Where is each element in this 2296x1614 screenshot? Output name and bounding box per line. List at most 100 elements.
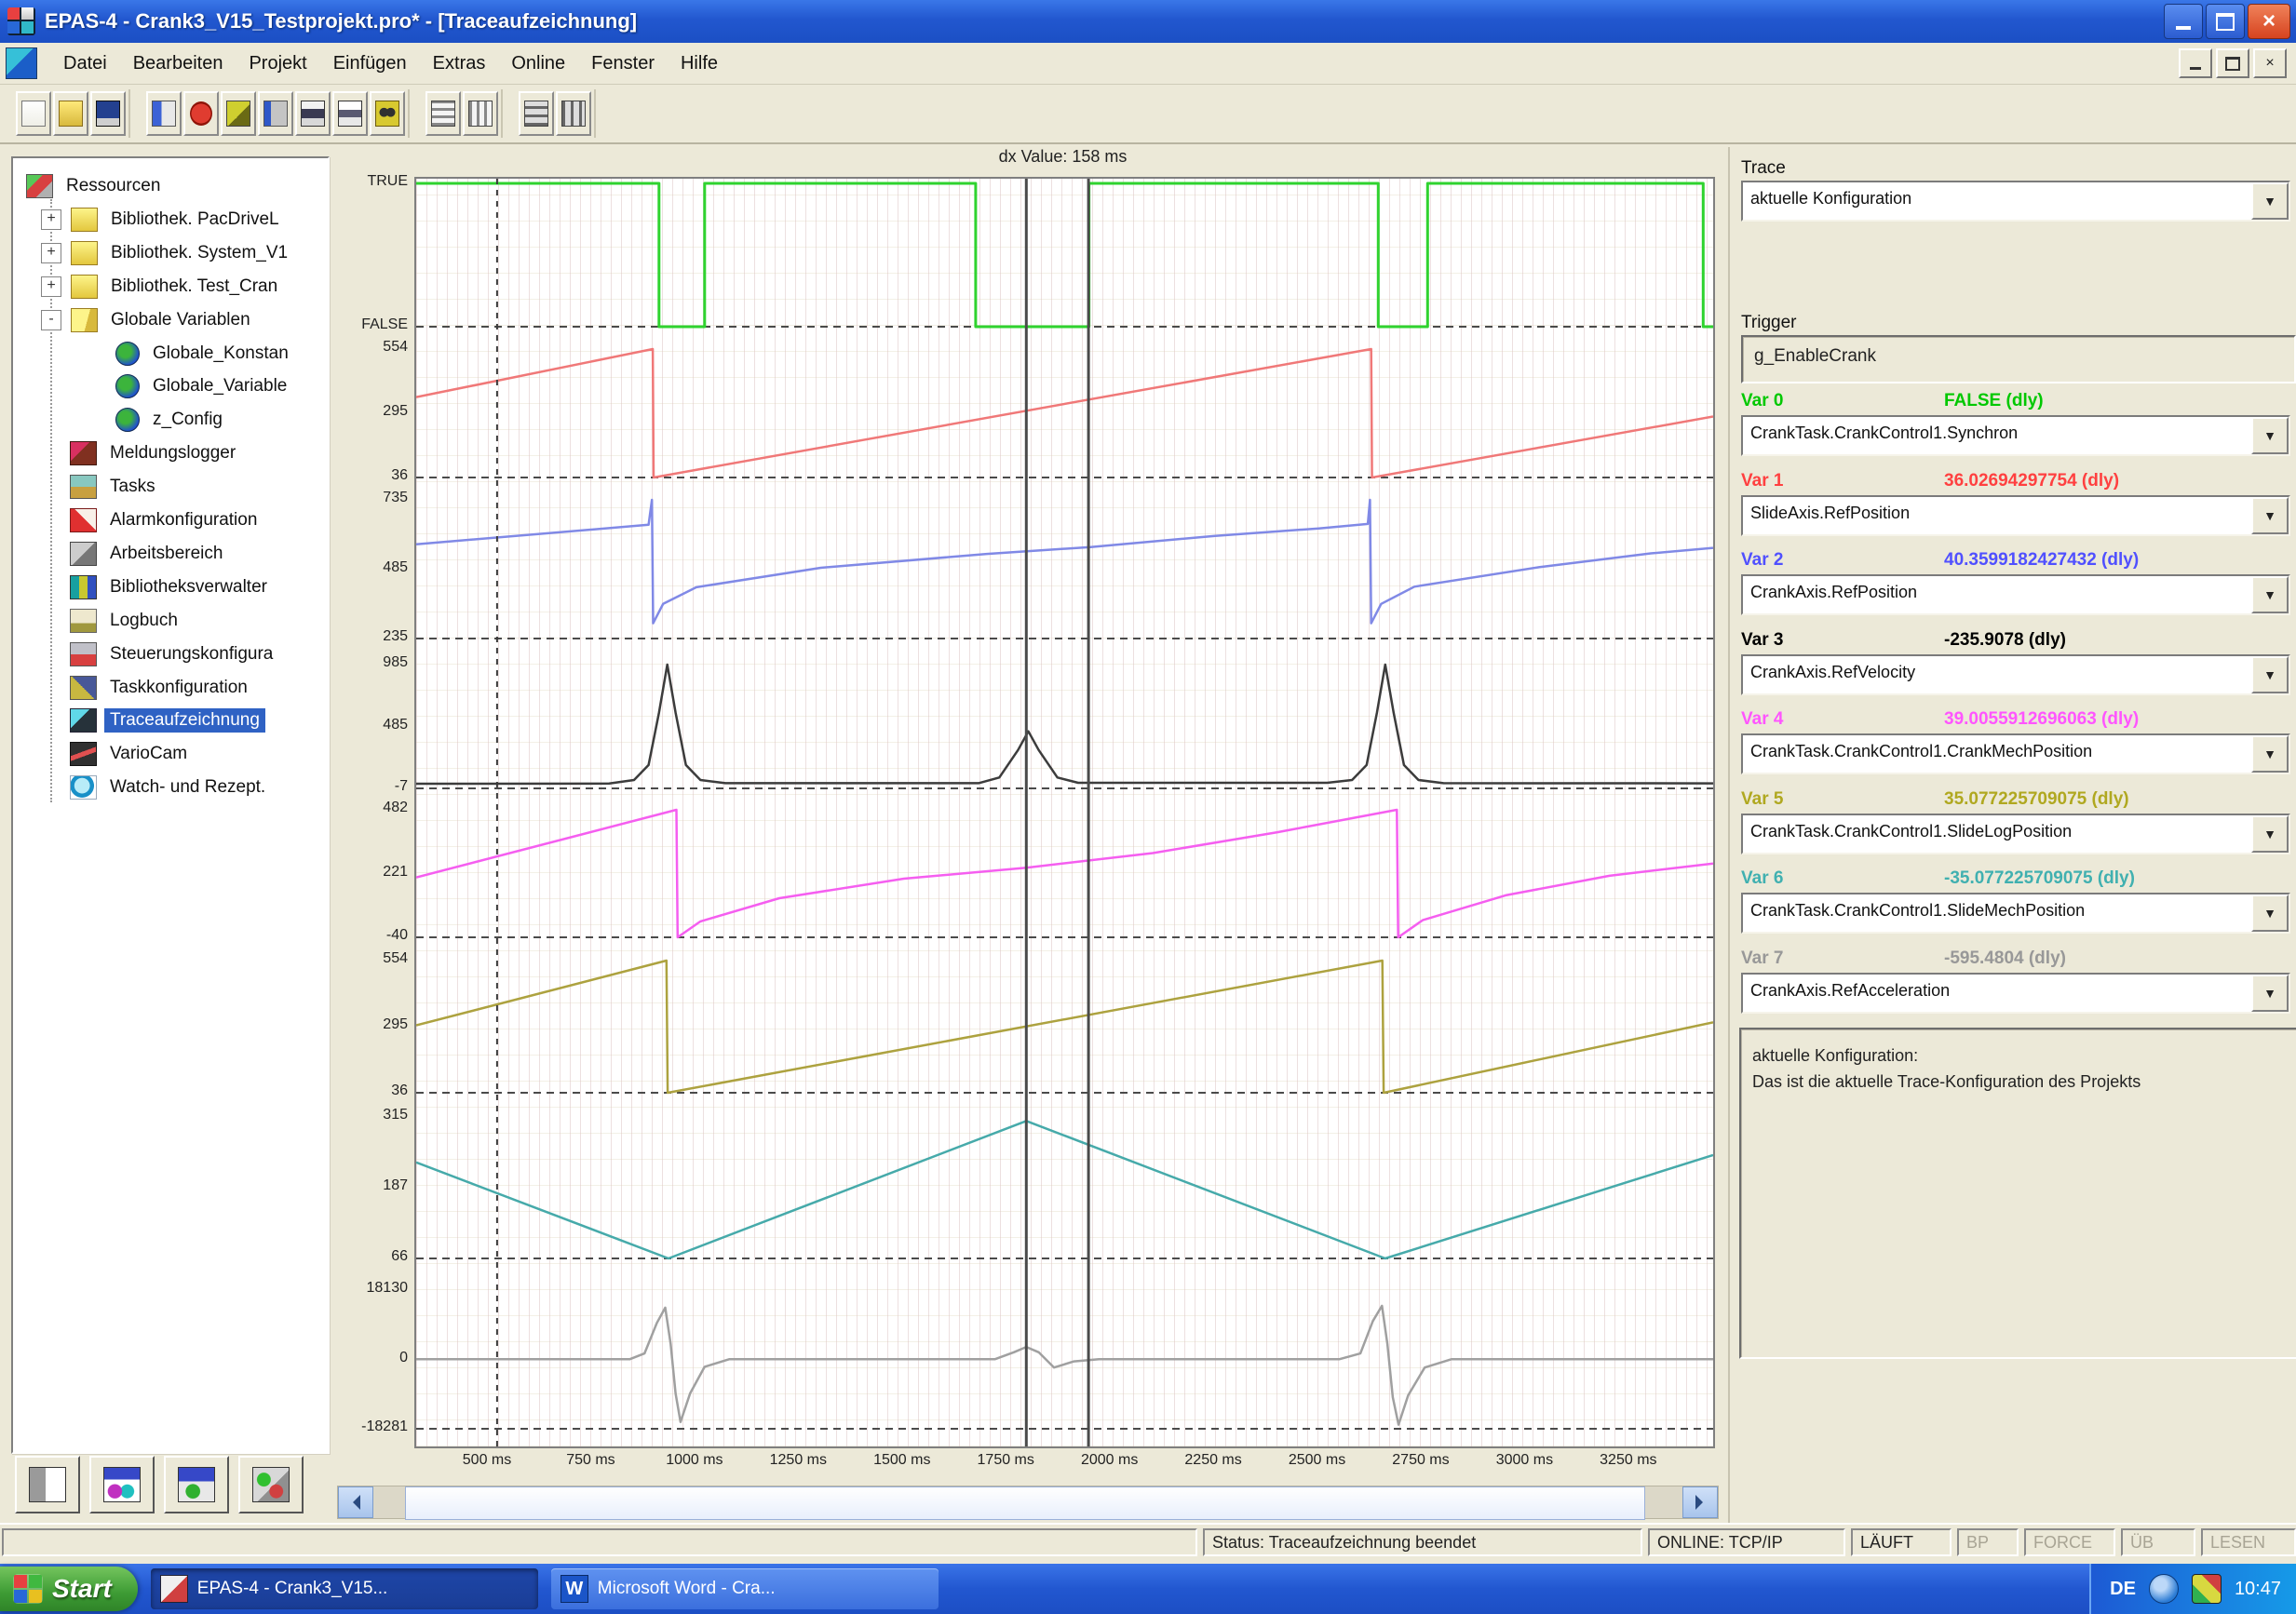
var-signal-combobox-5[interactable]: CrankTask.CrankControl1.SlideLogPosition…: [1741, 814, 2290, 854]
mdi-minimize-button[interactable]: [2179, 48, 2212, 78]
var-signal-combobox-1[interactable]: SlideAxis.RefPosition▼: [1741, 495, 2290, 536]
chevron-down-icon[interactable]: ▼: [2251, 417, 2289, 454]
sidebar-item-arbeitsbereich[interactable]: Arbeitsbereich: [41, 539, 228, 569]
scroll-right-button[interactable]: [1682, 1486, 1718, 1518]
sidebar-item-z-config[interactable]: z_Config: [115, 405, 228, 435]
chevron-down-icon[interactable]: ▼: [2251, 656, 2289, 693]
logbook-icon: [70, 609, 97, 633]
restore-button[interactable]: [2206, 4, 2245, 39]
trace-config-combobox[interactable]: aktuelle Konfiguration ▼: [1741, 181, 2290, 222]
pou-tab[interactable]: [15, 1456, 80, 1513]
chevron-down-icon[interactable]: ▼: [2251, 815, 2289, 853]
sidebar-item-bibliothek-pacdrivel[interactable]: +Bibliothek. PacDriveL: [41, 205, 285, 235]
scrollbar-track[interactable]: [373, 1486, 1682, 1518]
chevron-down-icon[interactable]: ▼: [2251, 894, 2289, 932]
sidebar-item-watch-und-rezept[interactable]: Watch- und Rezept.: [41, 773, 271, 802]
horizontal-scrollbar[interactable]: [337, 1486, 1719, 1519]
watch-window-button[interactable]: [425, 91, 461, 136]
tree-expander-icon[interactable]: +: [41, 243, 61, 263]
x-tick-label: 750 ms: [539, 1452, 642, 1469]
epas-icon: [160, 1575, 188, 1603]
sidebar-item-bibliothek-system-v1[interactable]: +Bibliothek. System_V1: [41, 238, 293, 268]
resources-tab[interactable]: [238, 1456, 304, 1513]
sidebar-item-steuerungskonfigura[interactable]: Steuerungskonfigura: [41, 639, 278, 669]
menu-item-extras[interactable]: Extras: [420, 47, 499, 80]
open-project-button[interactable]: [53, 91, 88, 136]
menu-item-bearbeiten[interactable]: Bearbeiten: [120, 47, 236, 80]
menu-item-hilfe[interactable]: Hilfe: [668, 47, 731, 80]
mdi-restore-button[interactable]: [2216, 48, 2249, 78]
scrollbar-thumb[interactable]: [405, 1486, 1645, 1520]
close-button[interactable]: ×: [2248, 4, 2290, 39]
sidebar-item-meldungslogger[interactable]: Meldungslogger: [41, 438, 241, 468]
alarm-icon: [70, 508, 97, 532]
new-project-button[interactable]: [16, 91, 51, 136]
globe-icon: [115, 408, 140, 432]
language-indicator[interactable]: DE: [2110, 1579, 2136, 1600]
status-segment-lesen: LESEN: [2201, 1528, 2296, 1556]
sidebar-item-variocam[interactable]: VarioCam: [41, 739, 193, 769]
chevron-down-icon[interactable]: ▼: [2251, 182, 2289, 220]
sidebar-item-globale-variablen[interactable]: - Globale Variablen: [41, 305, 256, 335]
var-signal-combobox-7[interactable]: CrankAxis.RefAcceleration▼: [1741, 973, 2290, 1014]
menu-item-einf-gen[interactable]: Einfügen: [320, 47, 420, 80]
sidebar-item-logbuch[interactable]: Logbuch: [41, 606, 183, 636]
chevron-down-icon[interactable]: ▼: [2251, 497, 2289, 534]
grid-config-button[interactable]: [519, 91, 554, 136]
folder-icon: [71, 275, 98, 299]
tree-expander-icon[interactable]: +: [41, 276, 61, 297]
minimize-button[interactable]: [2164, 4, 2203, 39]
scroll-left-button[interactable]: [338, 1486, 373, 1518]
x-tick-label: 1750 ms: [954, 1452, 1057, 1469]
global-search-button[interactable]: [370, 91, 405, 136]
var-value-0: FALSE (dly): [1944, 391, 2044, 411]
controllerconfig-icon: [70, 642, 97, 666]
var-signal-combobox-3[interactable]: CrankAxis.RefVelocity▼: [1741, 654, 2290, 695]
var-signal-combobox-4[interactable]: CrankTask.CrankControl1.CrankMechPositio…: [1741, 733, 2290, 774]
login-button[interactable]: [146, 91, 182, 136]
status-segment-online-tcp-ip: ONLINE: TCP/IP: [1648, 1528, 1845, 1556]
toolbar-group: [516, 89, 596, 138]
sidebar-item-taskkonfiguration[interactable]: Taskkonfiguration: [41, 673, 253, 703]
trigger-field[interactable]: g_EnableCrank: [1741, 335, 2296, 383]
tree-expander-icon[interactable]: +: [41, 209, 61, 230]
chevron-down-icon[interactable]: ▼: [2251, 735, 2289, 773]
print-button[interactable]: [295, 91, 331, 136]
trace-window-button[interactable]: [463, 91, 498, 136]
sidebar-item-ressourcen[interactable]: Ressourcen: [26, 171, 166, 201]
sidebar-item-bibliotheksverwalter[interactable]: Bibliotheksverwalter: [41, 572, 273, 602]
var-signal-combobox-0[interactable]: CrankTask.CrankControl1.Synchron▼: [1741, 415, 2290, 456]
menu-item-fenster[interactable]: Fenster: [578, 47, 668, 80]
sidebar-item-globale-variable[interactable]: Globale_Variable: [115, 371, 292, 401]
visualizations-tab[interactable]: [164, 1456, 229, 1513]
sidebar-item-globale-konstan[interactable]: Globale_Konstan: [115, 339, 294, 369]
compile-button[interactable]: [258, 91, 293, 136]
menu-item-projekt[interactable]: Projekt: [236, 47, 319, 80]
grid-online-button[interactable]: [556, 91, 591, 136]
var-signal-combobox-6[interactable]: CrankTask.CrankControl1.SlideMechPositio…: [1741, 893, 2290, 934]
taskbar-task-microsoft-word-cra[interactable]: WMicrosoft Word - Cra...: [551, 1568, 939, 1609]
trace-plot[interactable]: [414, 177, 1715, 1448]
sidebar-item-tasks[interactable]: Tasks: [41, 472, 161, 502]
stop-button[interactable]: [183, 91, 219, 136]
mdi-close-button[interactable]: ×: [2253, 48, 2287, 78]
download-button[interactable]: [221, 91, 256, 136]
datatypes-tab[interactable]: [89, 1456, 155, 1513]
taskbar-task-epas-4-crank3-v15[interactable]: EPAS-4 - Crank3_V15...: [151, 1568, 538, 1609]
start-button[interactable]: Start: [0, 1567, 138, 1611]
tray-network-icon[interactable]: [2149, 1574, 2179, 1604]
login-icon: [152, 101, 176, 127]
sidebar-item-alarmkonfiguration[interactable]: Alarmkonfiguration: [41, 505, 263, 535]
chevron-down-icon[interactable]: ▼: [2251, 975, 2289, 1012]
menu-item-online[interactable]: Online: [498, 47, 578, 80]
sidebar-item-traceaufzeichnung[interactable]: Traceaufzeichnung: [41, 706, 265, 735]
menu-item-datei[interactable]: Datei: [50, 47, 120, 80]
tree-expander-icon[interactable]: -: [41, 310, 61, 330]
print-preview-button[interactable]: [332, 91, 368, 136]
tray-app-icon[interactable]: [2192, 1574, 2222, 1604]
sidebar-item-label: Globale Variablen: [105, 308, 256, 332]
chevron-down-icon[interactable]: ▼: [2251, 576, 2289, 613]
sidebar-item-bibliothek-test-cran[interactable]: +Bibliothek. Test_Cran: [41, 272, 283, 302]
save-button[interactable]: [90, 91, 126, 136]
var-signal-combobox-2[interactable]: CrankAxis.RefPosition▼: [1741, 574, 2290, 615]
